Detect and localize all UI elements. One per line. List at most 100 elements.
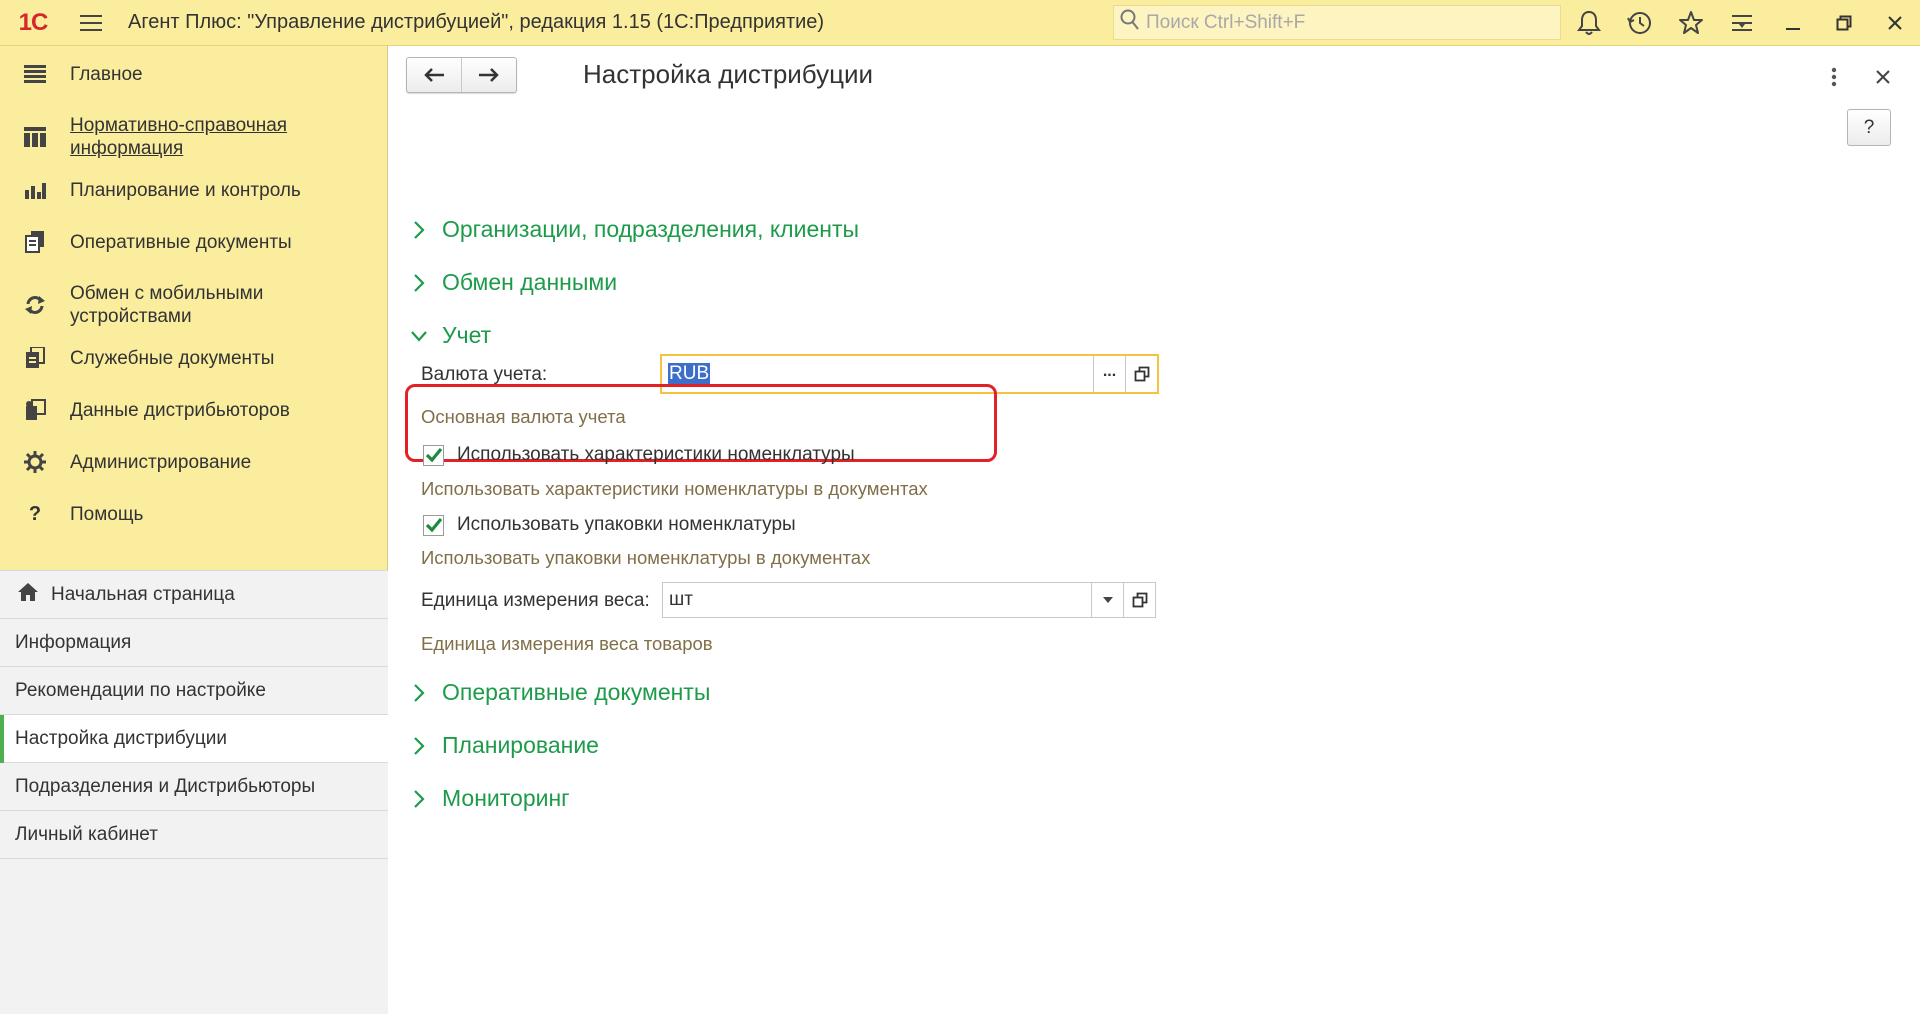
home-icon	[17, 582, 39, 608]
form-area: Настройка дистрибуции ? Организации, под…	[389, 46, 1920, 1014]
checkbox-label: Использовать упаковки номенклатуры	[457, 514, 796, 535]
section-label: Нормативно-справочная информация	[70, 115, 288, 159]
chart-icon	[22, 177, 48, 203]
sections-list: Главное Нормативно-справочная информация…	[0, 46, 387, 542]
service-docs-icon	[22, 345, 48, 371]
weight-unit-value[interactable]: шт	[663, 589, 1091, 611]
notifications-bell-icon[interactable]	[1563, 0, 1614, 46]
open-window-label: Личный кабинет	[15, 823, 158, 845]
section-label: Оперативные документы	[70, 232, 292, 253]
section-label: Планирование и контроль	[70, 180, 301, 201]
open-window-label: Рекомендации по настройке	[15, 679, 266, 701]
more-actions-icon[interactable]	[1824, 64, 1844, 90]
form-title: Настройка дистрибуции	[583, 59, 874, 89]
function-menu-icon[interactable]	[1716, 0, 1767, 46]
chevron-right-icon	[410, 272, 428, 294]
section-reference-info[interactable]: Нормативно-справочная информация	[0, 102, 387, 160]
main-menu-icon[interactable]	[66, 0, 116, 46]
sync-icon	[22, 292, 48, 318]
group-title: Планирование	[442, 732, 599, 758]
weight-unit-field[interactable]: шт	[662, 582, 1156, 618]
group-organizations[interactable]: Организации, подразделения, клиенты	[410, 216, 859, 243]
title-bar: 1С Агент Плюс: "Управление дистрибуцией"…	[0, 0, 1920, 46]
group-title: Обмен данными	[442, 269, 618, 295]
group-title: Мониторинг	[442, 785, 570, 811]
group-title: Учет	[442, 322, 492, 348]
checkbox-checked-icon[interactable]	[423, 514, 444, 536]
chevron-down-icon	[410, 325, 428, 347]
currency-label: Валюта учета:	[421, 364, 548, 385]
favorites-star-icon[interactable]	[1665, 0, 1716, 46]
close-form-icon[interactable]	[1870, 64, 1896, 90]
chevron-right-icon	[410, 788, 428, 810]
open-window-personal-account[interactable]: Личный кабинет	[0, 811, 388, 859]
open-window-label: Начальная страница	[51, 583, 235, 605]
checkbox-label: Использовать характеристики номенклатуры	[457, 444, 855, 465]
section-planning-control[interactable]: Планирование и контроль	[0, 166, 387, 218]
section-main[interactable]: Главное	[0, 50, 387, 102]
currency-value[interactable]: RUB	[662, 363, 1093, 385]
section-administration[interactable]: Администрирование	[0, 438, 387, 490]
close-window-icon[interactable]	[1869, 0, 1920, 46]
distributor-icon	[22, 397, 48, 423]
group-title: Оперативные документы	[442, 679, 711, 705]
app-title: Агент Плюс: "Управление дистрибуцией", р…	[128, 11, 825, 33]
history-icon[interactable]	[1614, 0, 1665, 46]
chevron-right-icon	[410, 682, 428, 704]
open-link-icon[interactable]	[1123, 583, 1155, 617]
open-window-home-page[interactable]: Начальная страница	[0, 571, 388, 619]
documents-icon	[22, 229, 48, 255]
select-from-list-button[interactable]: ...	[1093, 356, 1125, 392]
group-data-exchange[interactable]: Обмен данными	[410, 269, 617, 296]
section-operative-documents[interactable]: Оперативные документы	[0, 218, 387, 270]
group-accounting[interactable]: Учет	[410, 322, 491, 349]
forward-arrow-icon[interactable]	[462, 58, 516, 92]
minimize-icon[interactable]	[1767, 0, 1818, 46]
open-window-label: Подразделения и Дистрибьюторы	[15, 775, 316, 797]
help-button[interactable]: ?	[1847, 109, 1891, 146]
dropdown-arrow-icon[interactable]	[1091, 583, 1123, 617]
search-icon	[1120, 9, 1140, 37]
group-monitoring[interactable]: Мониторинг	[410, 785, 570, 812]
section-distributor-data[interactable]: Данные дистрибьюторов	[0, 386, 387, 438]
group-operative-documents[interactable]: Оперативные документы	[410, 679, 710, 706]
open-windows-list: Начальная страница Информация Рекомендац…	[0, 570, 388, 1014]
open-window-divisions-distributors[interactable]: Подразделения и Дистрибьюторы	[0, 763, 388, 811]
sections-panel: Главное Нормативно-справочная информация…	[0, 46, 388, 1014]
list-icon	[22, 61, 48, 87]
navigation-buttons	[406, 57, 517, 93]
search-input[interactable]	[1146, 11, 1536, 34]
section-label: Администрирование	[70, 452, 252, 473]
restore-window-icon[interactable]	[1818, 0, 1869, 46]
weight-unit-label: Единица измерения веса:	[421, 590, 650, 611]
open-window-setup-recommendations[interactable]: Рекомендации по настройке	[0, 667, 388, 715]
group-planning[interactable]: Планирование	[410, 732, 599, 759]
chevron-right-icon	[410, 219, 428, 241]
checkbox-checked-icon[interactable]	[423, 444, 444, 466]
open-link-icon[interactable]	[1125, 356, 1157, 392]
catalog-icon	[22, 124, 48, 150]
section-mobile-exchange[interactable]: Обмен с мобильными устройствами	[0, 270, 387, 328]
question-icon: ?	[28, 502, 42, 525]
group-title: Организации, подразделения, клиенты	[442, 216, 860, 242]
use-packages-checkbox[interactable]: Использовать упаковки номенклатуры	[423, 514, 796, 536]
search-box[interactable]	[1113, 5, 1561, 40]
open-window-label: Информация	[15, 631, 132, 653]
back-arrow-icon[interactable]	[407, 58, 462, 92]
open-window-label: Настройка дистрибуции	[15, 727, 227, 749]
titlebar-tools	[1563, 0, 1920, 46]
section-label: Служебные документы	[70, 348, 275, 369]
use-characteristics-hint: Использовать характеристики номенклатуры…	[421, 478, 928, 499]
section-help[interactable]: ? Помощь	[0, 490, 387, 542]
use-characteristics-checkbox[interactable]: Использовать характеристики номенклатуры	[423, 444, 855, 466]
use-packages-hint: Использовать упаковки номенклатуры в док…	[421, 547, 871, 568]
weight-unit-hint: Единица измерения веса товаров	[421, 633, 713, 654]
section-label: Помощь	[70, 504, 144, 525]
section-service-documents[interactable]: Служебные документы	[0, 334, 387, 386]
section-label: Главное	[70, 64, 143, 85]
app-logo[interactable]: 1С	[0, 0, 66, 46]
section-label: Обмен с мобильными устройствами	[70, 283, 264, 327]
gear-icon	[22, 449, 48, 475]
open-window-distribution-settings[interactable]: Настройка дистрибуции	[0, 715, 388, 763]
open-window-information[interactable]: Информация	[0, 619, 388, 667]
